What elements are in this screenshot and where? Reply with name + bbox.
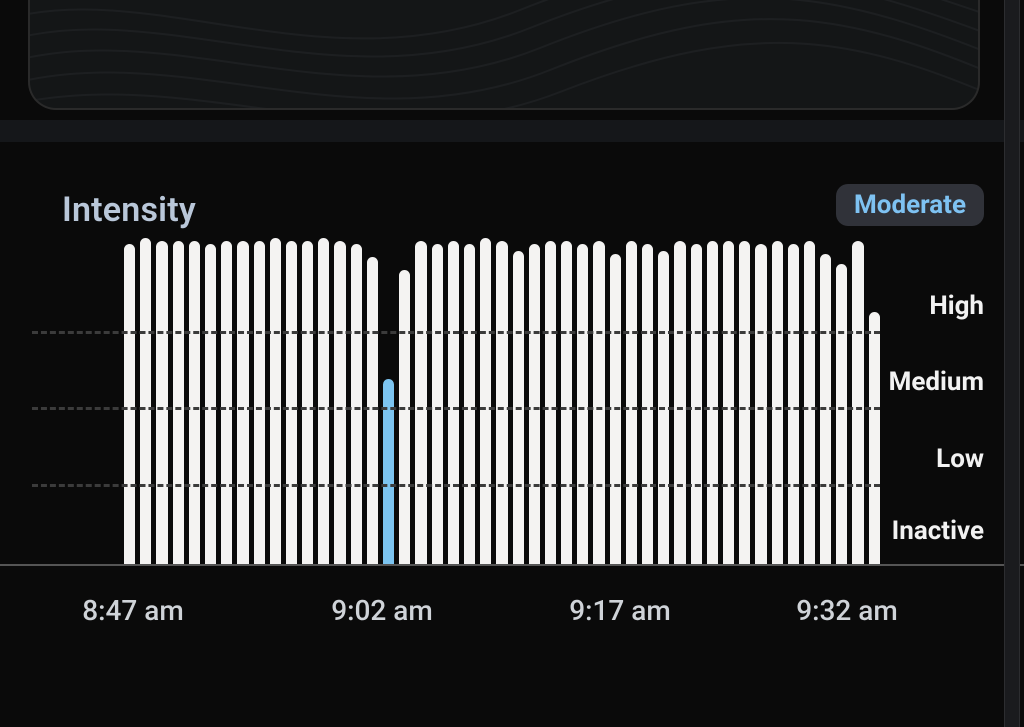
scrollbar[interactable] <box>1004 0 1020 727</box>
map-preview-card[interactable] <box>28 0 980 110</box>
y-label-low: Low <box>936 444 984 474</box>
bar[interactable] <box>351 244 362 564</box>
bar[interactable] <box>480 238 491 564</box>
bar[interactable] <box>221 241 232 564</box>
bar[interactable] <box>836 264 847 564</box>
bar[interactable] <box>318 238 329 564</box>
bar[interactable] <box>334 241 345 564</box>
chart-title: Intensity <box>62 190 196 230</box>
bar[interactable] <box>707 241 718 564</box>
y-label-high: High <box>929 291 984 321</box>
bar[interactable] <box>626 241 637 564</box>
bar[interactable] <box>270 238 281 564</box>
bar[interactable] <box>593 241 604 564</box>
bar[interactable] <box>529 244 540 564</box>
bar[interactable] <box>286 241 297 564</box>
bar[interactable] <box>691 244 702 564</box>
bar[interactable] <box>189 241 200 564</box>
x-tick: 9:02 am <box>331 594 433 627</box>
bar[interactable] <box>723 241 734 564</box>
bar[interactable] <box>156 241 167 564</box>
bar[interactable] <box>237 241 248 564</box>
x-tick: 9:17 am <box>569 594 671 627</box>
bar[interactable] <box>674 241 685 564</box>
x-ticks: 8:47 am 9:02 am 9:17 am 9:32 am <box>0 594 1024 634</box>
plot-area <box>0 238 1024 564</box>
x-axis <box>0 564 1024 566</box>
ref-line-medium <box>32 407 880 410</box>
intensity-badge[interactable]: Moderate <box>836 184 984 226</box>
bar[interactable] <box>124 244 135 564</box>
bar[interactable] <box>205 244 216 564</box>
bar[interactable] <box>140 238 151 564</box>
bar[interactable] <box>642 244 653 564</box>
bar[interactable] <box>739 241 750 564</box>
bars <box>124 238 880 564</box>
bar[interactable] <box>415 241 426 564</box>
y-label-inactive: Inactive <box>892 516 984 546</box>
bar[interactable] <box>496 241 507 564</box>
bar[interactable] <box>464 244 475 564</box>
section-divider <box>0 120 1024 142</box>
ref-line-low <box>32 484 880 487</box>
screen: Intensity Moderate High Medium Low Inactive… <box>0 0 1024 727</box>
x-tick: 8:47 am <box>82 594 184 627</box>
bar[interactable] <box>545 241 556 564</box>
bar[interactable] <box>772 241 783 564</box>
bar[interactable] <box>254 241 265 564</box>
bar[interactable] <box>755 244 766 564</box>
intensity-chart: Intensity Moderate High Medium Low Inactive… <box>0 150 1024 690</box>
bar[interactable] <box>788 244 799 564</box>
bar[interactable] <box>173 241 184 564</box>
bar[interactable] <box>432 244 443 564</box>
bar[interactable] <box>577 244 588 564</box>
bar[interactable] <box>448 241 459 564</box>
bar[interactable] <box>804 241 815 564</box>
bar[interactable] <box>367 257 378 564</box>
bar[interactable] <box>869 312 880 564</box>
y-label-medium: Medium <box>889 367 984 397</box>
x-tick: 9:32 am <box>796 594 898 627</box>
bar[interactable] <box>852 241 863 564</box>
bar[interactable] <box>561 241 572 564</box>
bar[interactable] <box>399 270 410 564</box>
bar[interactable] <box>302 241 313 564</box>
ref-line-high <box>32 331 880 334</box>
